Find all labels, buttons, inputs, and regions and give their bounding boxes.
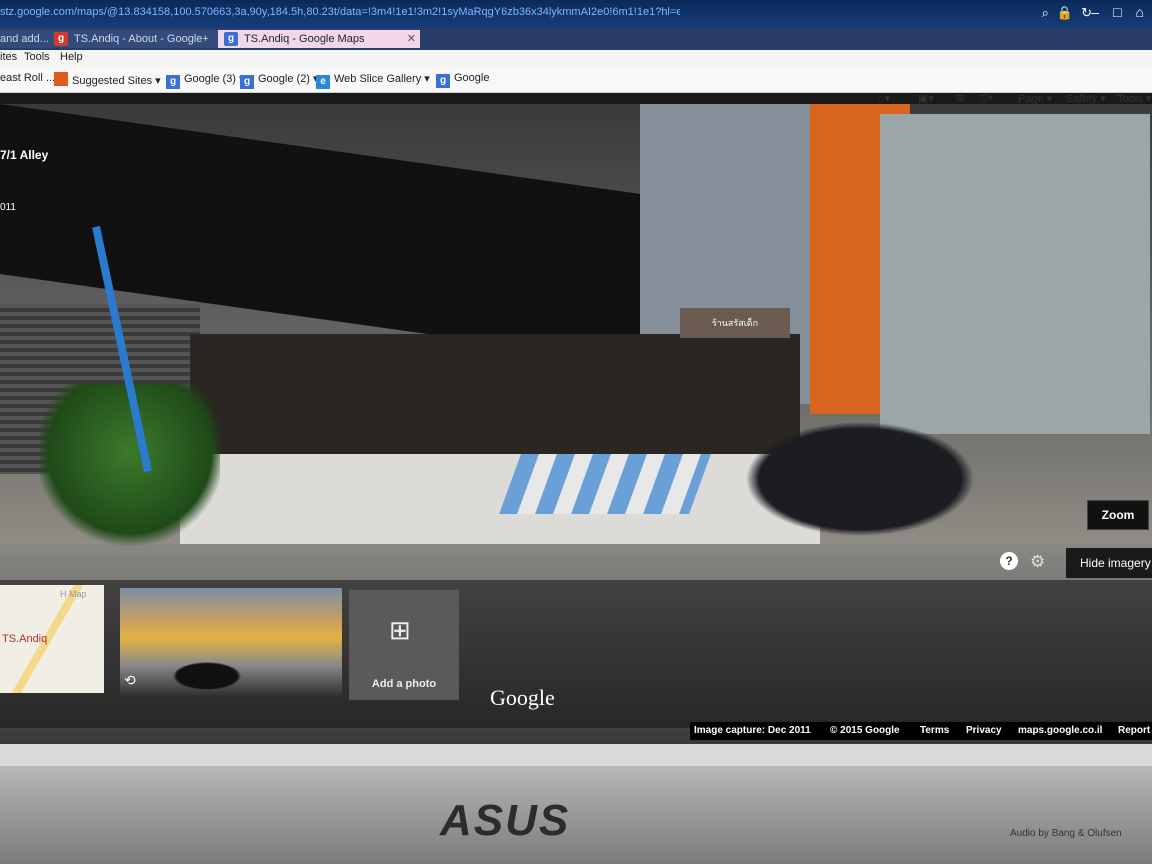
tab-google-plus[interactable]: g TS.Andiq - About - Google+ xyxy=(48,30,244,48)
google-plus-icon: g xyxy=(54,32,68,46)
brand-logo: ASUS xyxy=(440,796,571,845)
copyright: © 2015 Google xyxy=(830,725,900,736)
add-photo-label: Add a photo xyxy=(371,678,437,690)
favorite-google-3[interactable]: gGoogle (3) ▾ xyxy=(166,72,245,89)
maximize-icon[interactable]: □ xyxy=(1113,4,1121,20)
location-date: 011 xyxy=(0,202,16,213)
help-icon[interactable]: ? xyxy=(1000,552,1018,570)
maps-footer: Image capture: Dec 2011 © 2015 Google Te… xyxy=(690,722,1152,740)
lock-icon: 🔒 xyxy=(1056,5,1074,20)
suggested-sites-icon xyxy=(54,72,68,86)
minimap[interactable]: H Map TS.Andiq xyxy=(0,585,104,693)
shopfront xyxy=(190,334,800,474)
address-bar[interactable]: stz.google.com/maps/@13.834158,100.57066… xyxy=(0,0,1152,28)
audio-label: Audio by Bang & Olufsen xyxy=(1010,828,1122,839)
favorite-suggested-sites[interactable]: Suggested Sites ▾ xyxy=(54,72,161,87)
google-logo: Google xyxy=(490,685,555,710)
search-icon[interactable]: ⌕ xyxy=(1042,5,1049,21)
thumbnail-car xyxy=(168,660,246,692)
address-bar-icons: ⌕ 🔒 ↻ xyxy=(1042,5,1092,21)
home-icon[interactable]: ⌂ xyxy=(1136,4,1144,20)
web-slice-icon: e xyxy=(316,75,330,89)
google-icon: g xyxy=(436,74,450,88)
tab-bar: and add... g TS.Andiq - About - Google+ … xyxy=(0,28,1152,50)
terms-link[interactable]: Terms xyxy=(920,725,949,736)
map-corner-label: H Map xyxy=(60,589,87,599)
domain-link[interactable]: maps.google.co.il xyxy=(1018,725,1102,736)
image-capture-date: Image capture: Dec 2011 xyxy=(694,725,811,736)
map-place-label: TS.Andiq xyxy=(2,633,48,645)
tab-partial[interactable]: and add... xyxy=(0,30,48,48)
close-tab-icon[interactable]: ✕ xyxy=(407,30,416,48)
google-icon: g xyxy=(166,75,180,89)
settings-icon[interactable]: ⚙ xyxy=(1030,552,1045,572)
zoom-button[interactable]: Zoom xyxy=(1087,500,1149,530)
rotate-icon[interactable]: ⟲ xyxy=(124,672,136,689)
favorite-item[interactable]: east Roll ... xyxy=(0,72,55,84)
menu-tools[interactable]: Tools xyxy=(24,51,50,63)
menu-bar: ites Tools Help xyxy=(0,50,1152,66)
parked-car xyxy=(730,414,990,544)
favorite-google[interactable]: g Google xyxy=(436,72,489,88)
location-title: 7/1 Alley xyxy=(0,148,49,162)
google-icon: g xyxy=(240,75,254,89)
monitor-bezel xyxy=(0,766,1152,864)
window-controls: – □ ⌂ xyxy=(1091,4,1144,20)
add-photo-icon: ⊞ xyxy=(389,615,411,645)
building xyxy=(880,114,1150,434)
menu-help[interactable]: Help xyxy=(60,51,83,63)
menu-favorites[interactable]: ites xyxy=(0,51,17,63)
url-text[interactable]: stz.google.com/maps/@13.834158,100.57066… xyxy=(0,6,680,18)
google-maps-icon: g xyxy=(224,32,238,46)
tiled-mat xyxy=(499,454,711,514)
tab-google-maps[interactable]: g TS.Andiq - Google Maps ✕ xyxy=(218,30,420,48)
screen-edge xyxy=(0,744,1152,766)
privacy-link[interactable]: Privacy xyxy=(966,725,1002,736)
minimize-icon[interactable]: – xyxy=(1091,4,1099,20)
favorite-google-2[interactable]: g Google (2) ▾ xyxy=(240,72,319,89)
shop-sign: ร้านสรัสเด็ก xyxy=(680,308,790,338)
favorite-web-slice-gallery[interactable]: e Web Slice Gallery ▾ xyxy=(316,72,430,89)
hide-imagery-button[interactable]: Hide imagery xyxy=(1066,548,1152,578)
report-link[interactable]: Report xyxy=(1118,725,1150,736)
